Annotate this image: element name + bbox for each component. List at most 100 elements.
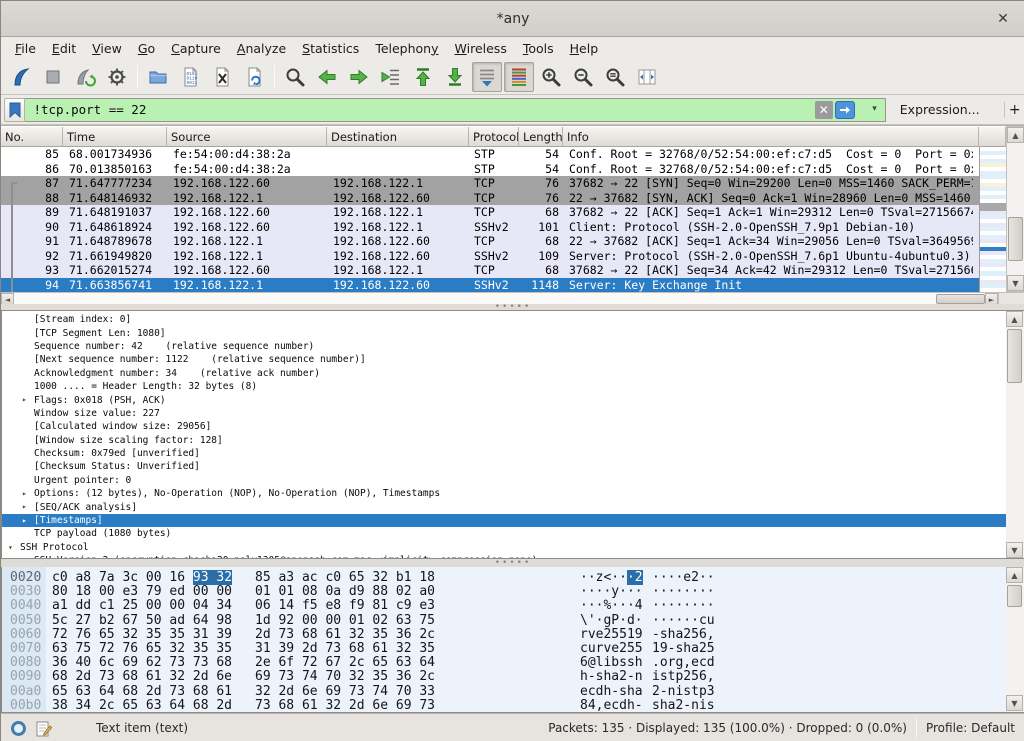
hex-row-0030[interactable]: 003080 18 00 e3 79 ed 00 0001 01 08 0a d… bbox=[2, 584, 1024, 598]
detail-line[interactable]: Checksum: 0x79ed [unverified] bbox=[2, 447, 1024, 460]
menu-view[interactable]: View bbox=[84, 39, 130, 58]
zoom-reset-button[interactable] bbox=[600, 62, 630, 92]
restart-capture-button[interactable] bbox=[70, 62, 100, 92]
hex-row-0080[interactable]: 008036 40 6c 69 62 73 73 682e 6f 72 67 2… bbox=[2, 655, 1024, 669]
detail-line[interactable]: [Calculated window size: 29056] bbox=[2, 420, 1024, 433]
stop-capture-button[interactable] bbox=[38, 62, 68, 92]
filter-add-button[interactable]: + bbox=[1004, 102, 1024, 118]
packet-row-92[interactable]: 9271.661949820192.168.122.1192.168.122.6… bbox=[1, 249, 979, 264]
hex-row-0060[interactable]: 006072 76 65 32 35 35 31 392d 73 68 61 3… bbox=[2, 627, 1024, 641]
scroll-down-button[interactable]: ▼ bbox=[1006, 542, 1023, 558]
detail-line[interactable]: Window size value: 227 bbox=[2, 407, 1024, 420]
packet-row-94[interactable]: 9471.663856741192.168.122.1192.168.122.6… bbox=[1, 278, 979, 293]
menu-go[interactable]: Go bbox=[130, 39, 163, 58]
filter-history-caret[interactable]: ▾ bbox=[872, 104, 877, 114]
filter-clear-button[interactable]: ✕ bbox=[815, 101, 833, 119]
packet-row-88[interactable]: 8871.648146932192.168.122.1192.168.122.6… bbox=[1, 191, 979, 206]
packet-row-87[interactable]: 8771.647777234192.168.122.60192.168.122.… bbox=[1, 176, 979, 191]
scroll-up-button[interactable]: ▲ bbox=[1006, 567, 1023, 583]
hex-row-00b0[interactable]: 00b038 34 2c 65 63 64 68 2d73 68 61 32 2… bbox=[2, 698, 1024, 712]
scroll-thumb[interactable] bbox=[1007, 585, 1022, 607]
start-capture-button[interactable] bbox=[6, 62, 36, 92]
column-header-length[interactable]: Length bbox=[519, 127, 563, 147]
menu-help[interactable]: Help bbox=[562, 39, 607, 58]
detail-line[interactable]: [TCP Segment Len: 1080] bbox=[2, 326, 1024, 339]
column-header-destination[interactable]: Destination bbox=[327, 127, 469, 147]
go-to-top-button[interactable] bbox=[408, 62, 438, 92]
hscroll-thumb[interactable] bbox=[936, 294, 985, 304]
detail-line[interactable]: ▸Flags: 0x018 (PSH, ACK) bbox=[2, 393, 1024, 406]
hex-row-0090[interactable]: 009068 2d 73 68 61 32 2d 6e69 73 74 70 3… bbox=[2, 669, 1024, 683]
go-back-button[interactable] bbox=[312, 62, 342, 92]
details-vscrollbar[interactable]: ▲ ▼ bbox=[1006, 311, 1024, 558]
column-header-no[interactable]: No. bbox=[1, 127, 63, 147]
packet-row-86[interactable]: 8670.013850163fe:54:00:d4:38:2aSTP54Conf… bbox=[1, 162, 979, 177]
packet-list-vscrollbar[interactable]: ▲ ▼ bbox=[1006, 126, 1024, 292]
collapsed-arrow-icon[interactable]: ▸ bbox=[22, 502, 27, 511]
scroll-thumb[interactable] bbox=[1008, 217, 1023, 261]
detail-line[interactable]: ▸[Timestamps] bbox=[2, 514, 1024, 527]
capture-options-button[interactable] bbox=[102, 62, 132, 92]
menu-tools[interactable]: Tools bbox=[515, 39, 562, 58]
menu-telephony[interactable]: Telephony bbox=[367, 39, 446, 58]
find-packet-button[interactable] bbox=[280, 62, 310, 92]
detail-line[interactable]: Sequence number: 42 (relative sequence n… bbox=[2, 340, 1024, 353]
packet-row-85[interactable]: 8568.001734936fe:54:00:d4:38:2aSTP54Conf… bbox=[1, 147, 979, 162]
detail-line[interactable]: ▾SSH Protocol bbox=[2, 541, 1024, 554]
menu-capture[interactable]: Capture bbox=[163, 39, 229, 58]
menu-statistics[interactable]: Statistics bbox=[294, 39, 367, 58]
collapsed-arrow-icon[interactable]: ▸ bbox=[22, 395, 27, 404]
go-to-bottom-button[interactable] bbox=[440, 62, 470, 92]
open-file-button[interactable] bbox=[143, 62, 173, 92]
expanded-arrow-icon[interactable]: ▾ bbox=[8, 543, 13, 552]
capture-comment-icon[interactable] bbox=[36, 720, 52, 737]
hex-row-0070[interactable]: 007063 75 72 76 65 32 35 3531 39 2d 73 6… bbox=[2, 641, 1024, 655]
reload-file-button[interactable] bbox=[239, 62, 269, 92]
colorize-toggle[interactable] bbox=[504, 62, 534, 92]
detail-line[interactable]: TCP payload (1080 bytes) bbox=[2, 527, 1024, 540]
column-header-spacer[interactable] bbox=[979, 127, 1006, 147]
auto-scroll-toggle[interactable] bbox=[472, 62, 502, 92]
close-file-button[interactable] bbox=[207, 62, 237, 92]
detail-line[interactable]: ▸Options: (12 bytes), No-Operation (NOP)… bbox=[2, 487, 1024, 500]
expression-button[interactable]: Expression... bbox=[900, 102, 980, 117]
scroll-down-button[interactable]: ▼ bbox=[1006, 695, 1023, 711]
detail-line[interactable]: [Next sequence number: 1122 (relative se… bbox=[2, 353, 1024, 366]
display-filter-input[interactable] bbox=[25, 99, 884, 121]
pane-splitter-bottom[interactable]: ••••• bbox=[1, 559, 1024, 567]
scroll-down-button[interactable]: ▼ bbox=[1007, 275, 1024, 291]
profile-status[interactable]: Profile: Default bbox=[926, 721, 1015, 735]
column-header-protocol[interactable]: Protocol bbox=[469, 127, 519, 147]
zoom-in-button[interactable] bbox=[536, 62, 566, 92]
filter-apply-button[interactable] bbox=[835, 101, 855, 119]
close-window-button[interactable]: ✕ bbox=[993, 9, 1013, 29]
detail-line[interactable]: [Window size scaling factor: 128] bbox=[2, 434, 1024, 447]
menu-analyze[interactable]: Analyze bbox=[229, 39, 294, 58]
bytes-vscrollbar[interactable]: ▲ ▼ bbox=[1006, 567, 1024, 711]
detail-line[interactable]: Urgent pointer: 0 bbox=[2, 474, 1024, 487]
hex-row-0050[interactable]: 00505c 27 b2 67 50 ad 64 981d 92 00 00 0… bbox=[2, 613, 1024, 627]
detail-line[interactable]: [Stream index: 0] bbox=[2, 313, 1024, 326]
go-to-packet-button[interactable] bbox=[376, 62, 406, 92]
zoom-out-button[interactable] bbox=[568, 62, 598, 92]
scroll-up-button[interactable]: ▲ bbox=[1007, 127, 1024, 143]
packet-row-93[interactable]: 9371.662015274192.168.122.60192.168.122.… bbox=[1, 263, 979, 278]
column-header-info[interactable]: Info bbox=[563, 127, 979, 147]
collapsed-arrow-icon[interactable]: ▸ bbox=[22, 516, 27, 525]
column-header-source[interactable]: Source bbox=[167, 127, 327, 147]
hex-row-00a0[interactable]: 00a065 63 64 68 2d 73 68 6132 2d 6e 69 7… bbox=[2, 684, 1024, 698]
scroll-thumb[interactable] bbox=[1007, 329, 1022, 383]
detail-line[interactable]: [Checksum Status: Unverified] bbox=[2, 460, 1024, 473]
detail-line[interactable]: 1000 .... = Header Length: 32 bytes (8) bbox=[2, 380, 1024, 393]
packet-row-91[interactable]: 9171.648789678192.168.122.1192.168.122.6… bbox=[1, 234, 979, 249]
hex-row-0020[interactable]: 0020c0 a8 7a 3c 00 16 93 3285 a3 ac c0 6… bbox=[2, 570, 1024, 584]
packet-row-90[interactable]: 9071.648618924192.168.122.60192.168.122.… bbox=[1, 220, 979, 235]
collapsed-arrow-icon[interactable]: ▸ bbox=[22, 489, 27, 498]
column-header-time[interactable]: Time bbox=[63, 127, 167, 147]
packet-row-89[interactable]: 8971.648191037192.168.122.60192.168.122.… bbox=[1, 205, 979, 220]
menu-edit[interactable]: Edit bbox=[44, 39, 84, 58]
intelligent-scrollbar-minimap[interactable] bbox=[979, 147, 1006, 292]
resize-columns-button[interactable] bbox=[632, 62, 662, 92]
menu-wireless[interactable]: Wireless bbox=[447, 39, 515, 58]
detail-line[interactable]: ▸[SEQ/ACK analysis] bbox=[2, 500, 1024, 513]
